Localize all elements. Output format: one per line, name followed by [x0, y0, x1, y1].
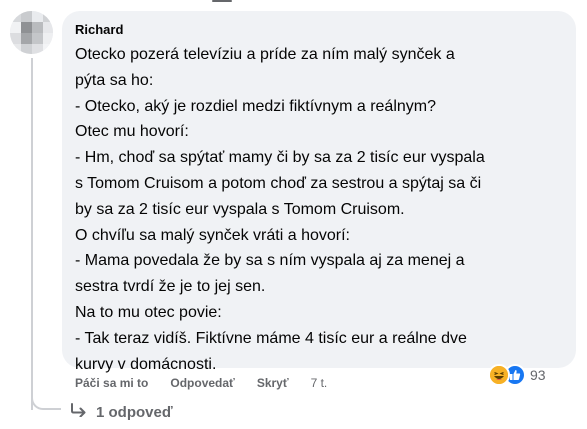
comment-bubble: Richard Otecko pozerá televíziu a príde … [62, 11, 576, 373]
thread-line-curve [31, 388, 61, 410]
comment-line: - Hm, choď sa spýtať mamy či by sa za 2 … [75, 149, 485, 167]
comment-line: Na to mu otec povie: [75, 303, 222, 321]
comment-line: O chvíľu sa malý synček vráti a hovorí: [75, 226, 350, 244]
like-button[interactable]: Páči sa mi to [75, 376, 148, 390]
comment-line: by sa za 2 tisíc eur vyspala s Tomom Cru… [75, 200, 405, 218]
timestamp[interactable]: 7 t. [311, 376, 328, 390]
comment-line: - Otecko, aký je rozdiel medzi fiktívnym… [75, 97, 437, 115]
comment-author[interactable]: Richard [75, 21, 564, 38]
reply-button[interactable]: Odpovedať [170, 376, 234, 390]
overflow-line [212, 0, 232, 2]
comment-line: - Mama povedala že by sa s ním vyspala a… [75, 252, 465, 270]
reply-arrow-icon [70, 403, 96, 421]
reaction-count: 93 [530, 367, 546, 383]
comment-line: Otecko pozerá televíziu a príde za ním m… [75, 46, 455, 63]
comment-line: - Tak teraz vidíš. Fiktívne máme 4 tisíc… [75, 329, 467, 347]
comment-actions: Páči sa mi to Odpovedať Skryť 7 t. [75, 376, 327, 390]
hide-button[interactable]: Skryť [257, 376, 289, 390]
reactions-summary[interactable]: 93 [488, 364, 546, 386]
view-replies-button[interactable]: 1 odpoveď [70, 403, 173, 421]
comment-text: Otecko pozerá televíziu a príde za ním m… [75, 42, 564, 377]
comment-line: s Tomom Cruisom a potom choď za sestrou … [75, 174, 482, 192]
comment-line: sestra tvrdí že je to jej sen. [75, 278, 266, 296]
comment-line: pýta sa ho: [75, 71, 154, 89]
haha-icon [488, 364, 510, 386]
comment-line: Otec mu hovorí: [75, 123, 189, 141]
thread-line [31, 58, 33, 410]
replies-label: 1 odpoveď [96, 403, 173, 421]
avatar[interactable] [10, 11, 53, 54]
